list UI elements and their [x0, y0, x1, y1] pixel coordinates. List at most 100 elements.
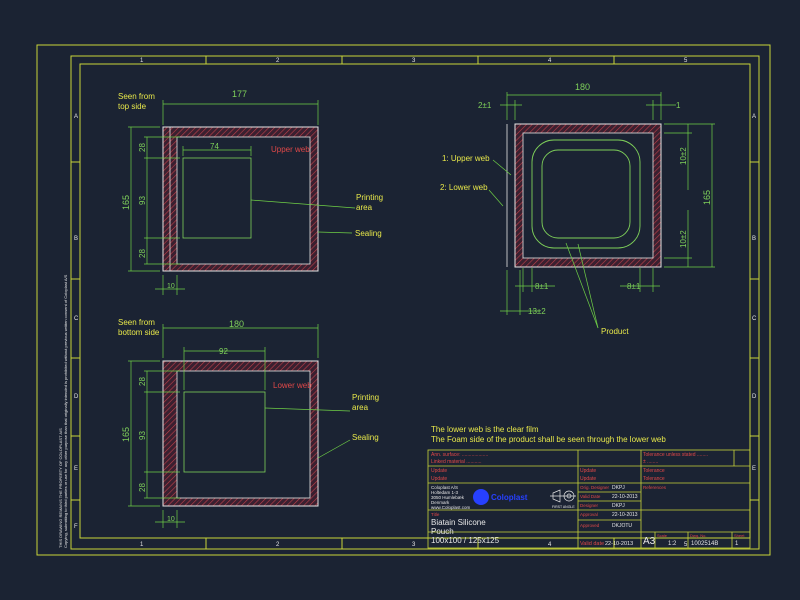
- grid-row-b: B: [74, 236, 78, 242]
- tb-red-row3: Update: [431, 468, 447, 474]
- grid-col-3: 3: [412, 58, 416, 64]
- top-dim-28-bottom: 28: [138, 249, 147, 258]
- tb-valid-label: Valid date: [580, 541, 604, 547]
- view-section: 180 2±1 1 165 10±2 10±2 8±1 8±1 13±2 1: …: [440, 82, 715, 336]
- tb-red-right2: ± ........: [643, 459, 658, 465]
- grid-row-c-right: C: [752, 316, 757, 322]
- section-dim-10-bottom: 10±2: [679, 230, 688, 248]
- tb-designer: DKPJ: [612, 503, 625, 509]
- grid-row-f: F: [74, 524, 78, 530]
- side-note-line2: Copying, submitting to third parties or …: [63, 274, 68, 548]
- top-printing-label-line2: area: [356, 203, 373, 212]
- tb-red-row1: Ann. surface: ...................: [431, 452, 488, 458]
- note-line1: The lower web is the clear film: [431, 425, 539, 434]
- view-bottom-label-line2: bottom side: [118, 328, 160, 337]
- bottom-dim-28-top: 28: [138, 377, 147, 386]
- top-sealing-label: Sealing: [355, 229, 382, 238]
- drawing-notes: The lower web is the clear film The Foam…: [431, 425, 666, 444]
- section-dim-13: 13±2: [528, 307, 546, 316]
- view-bottom-side: Seen from bottom side Lower web 180 92 1…: [118, 318, 379, 528]
- view-bottom-label-line1: Seen from: [118, 318, 155, 327]
- tb-orig-designer-label: Orig. Designer: [580, 485, 610, 490]
- tb-red-row4: Update: [431, 476, 447, 482]
- bottom-web-label: Lower web: [273, 381, 312, 390]
- top-dim-28-top: 28: [138, 143, 147, 152]
- grid-col-4-bottom: 4: [548, 542, 552, 548]
- section-product-label: Product: [601, 327, 629, 336]
- bottom-dim-width: 180: [229, 319, 244, 329]
- bottom-sealing-label: Sealing: [352, 433, 379, 442]
- tb-title-line2: Pouch: [431, 527, 454, 536]
- section-dim-left: 2±1: [478, 101, 492, 110]
- top-dim-10: 10: [167, 283, 175, 290]
- grid-row-a: A: [74, 114, 78, 120]
- technical-drawing: 1 2 3 4 5 1 2 3 4 5 A B C D E F A B C D …: [36, 44, 771, 556]
- bottom-dim-10: 10: [167, 516, 175, 523]
- tb-scale-label: Scale: [657, 533, 668, 538]
- bottom-printing-label-line2: area: [352, 403, 369, 412]
- tb-company-web: www.Coloplast.com: [431, 505, 471, 510]
- tb-approved-by: DKJOTU: [612, 523, 632, 529]
- tb-valid-date-label: Valid Date: [580, 494, 601, 499]
- section-dim-height: 165: [702, 190, 712, 205]
- tb-title-label: Title: [431, 512, 440, 517]
- tb-red-row2: Linked material ...........: [431, 459, 482, 465]
- view-top-side: Seen from top side Upper web 177 74 165 …: [118, 89, 383, 295]
- top-dim-93: 93: [138, 196, 147, 205]
- bottom-dim-93: 93: [138, 431, 147, 440]
- tb-red-right4: Tolerance: [643, 476, 665, 482]
- section-dim-8-left: 8±1: [535, 282, 549, 291]
- side-note: THIS DRAWING REMAINS THE PROPERTY OF COL…: [58, 274, 68, 548]
- tb-red-right1: Tolerance unless stated ........: [643, 452, 708, 458]
- bottom-pouch-inner: [176, 370, 311, 499]
- grid-col-1: 1: [140, 58, 144, 64]
- grid-row-e-right: E: [752, 466, 756, 472]
- tb-references-label: References: [643, 485, 667, 490]
- tb-approved-label: Approved: [580, 523, 600, 528]
- grid-col-3-bottom: 3: [412, 542, 416, 548]
- tb-designer-label: Designer: [580, 503, 599, 508]
- tb-format: A3: [643, 536, 656, 547]
- tb-approval-date: 22-10-2013: [612, 512, 638, 518]
- bottom-dim-print-width: 92: [219, 347, 228, 356]
- tb-valid-value: 22-10-2013: [605, 541, 633, 547]
- tb-red-mid1: Update: [580, 468, 596, 474]
- grid-row-a-right: A: [752, 114, 756, 120]
- tb-red-right3: Tolerance: [643, 468, 665, 474]
- coloplast-logo-icon: [473, 489, 489, 505]
- grid-col-5: 5: [684, 58, 688, 64]
- top-dim-print-width: 74: [210, 142, 219, 151]
- bottom-printing-label-line1: Printing: [352, 393, 379, 402]
- grid-row-b-right: B: [752, 236, 756, 242]
- note-line2: The Foam side of the product shall be se…: [431, 435, 666, 444]
- top-web-label: Upper web: [271, 145, 310, 154]
- tb-projection-label: FIRST ANGLE: [552, 505, 575, 509]
- top-pouch-inner: [176, 136, 311, 265]
- section-dim-right: 1: [676, 101, 681, 110]
- tb-approval-label: Approval: [580, 512, 598, 517]
- tb-red-mid2: Update: [580, 476, 596, 482]
- grid-row-d: D: [74, 394, 79, 400]
- grid-col-1-bottom: 1: [140, 542, 144, 548]
- tb-dwg-label: Dwg. No.: [690, 533, 706, 538]
- grid-row-c: C: [74, 316, 79, 322]
- bottom-dim-height: 165: [121, 427, 131, 442]
- view-top-label-line1: Seen from: [118, 92, 155, 101]
- grid-row-e: E: [74, 466, 78, 472]
- grid-col-2-bottom: 2: [276, 542, 280, 548]
- tb-scale: 1:2: [668, 541, 677, 547]
- tb-title-line3: 100x100 / 125x125: [431, 536, 500, 545]
- grid-row-d-right: D: [752, 394, 757, 400]
- tb-valid-date-value: 22-10-2013: [612, 494, 638, 500]
- section-pouch-inner: [522, 132, 654, 259]
- tb-sheet: 1: [735, 541, 739, 547]
- grid-col-5-bottom: 5: [684, 542, 688, 548]
- first-angle-projection-icon: [550, 489, 576, 503]
- title-block: Ann. surface: ................... Linked…: [427, 449, 751, 549]
- view-top-label-line2: top side: [118, 102, 147, 111]
- tb-logo-text: Coloplast: [491, 493, 528, 502]
- top-printing-label-line1: Printing: [356, 193, 383, 202]
- top-dim-width: 177: [232, 89, 247, 99]
- section-dim-8-right: 8±1: [627, 282, 641, 291]
- section-dim-width: 180: [575, 82, 590, 92]
